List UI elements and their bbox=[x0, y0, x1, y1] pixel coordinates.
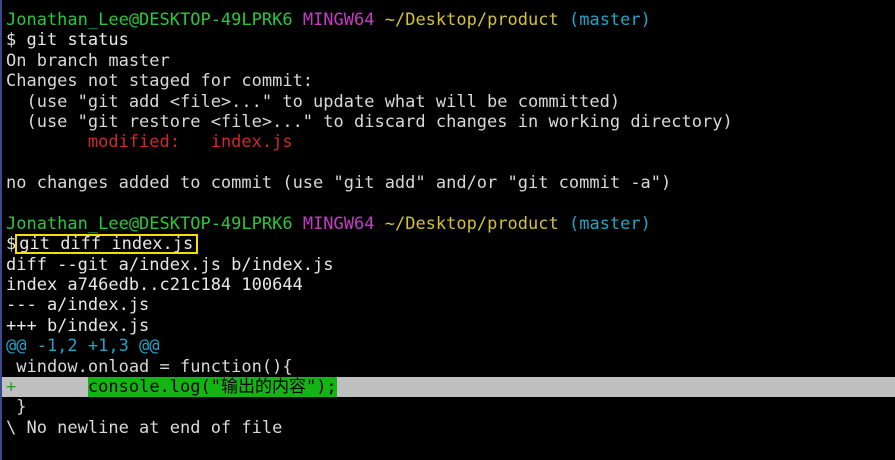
modified-filename: index.js bbox=[210, 132, 293, 153]
prompt-branch: (master) bbox=[568, 213, 651, 234]
prompt-line: Jonathan_Lee@DESKTOP-49LPRK6 MINGW64 ~/D… bbox=[2, 214, 895, 234]
command-git-diff: git diff index.js bbox=[19, 234, 194, 255]
output-line: no changes added to commit (use "git add… bbox=[6, 173, 672, 194]
diff-header: +++ b/index.js bbox=[6, 315, 150, 336]
command-line: $ git status bbox=[2, 30, 895, 50]
prompt-user-host: Jonathan_Lee@DESKTOP-49LPRK6 bbox=[6, 213, 293, 234]
modified-file-line: modified: index.js bbox=[2, 132, 895, 152]
output-line: (use "git restore <file>..." to discard … bbox=[6, 111, 733, 132]
output-line: (use "git add <file>..." to update what … bbox=[6, 91, 621, 112]
modified-label: modified: bbox=[6, 132, 211, 153]
prompt-path: ~/Desktop/product bbox=[384, 10, 559, 30]
diff-added-marker: + bbox=[6, 377, 17, 398]
diff-added-code: console.log("输出的内容"); bbox=[87, 377, 337, 398]
diff-no-newline-notice: \ No newline at end of file bbox=[6, 417, 283, 438]
output-line: On branch master bbox=[6, 50, 170, 71]
diff-added-line: + console.log("输出的内容"); bbox=[2, 377, 895, 398]
diff-header: --- a/index.js bbox=[6, 295, 150, 316]
prompt-branch: (master) bbox=[568, 10, 651, 30]
diff-hunk-header: @@ -1,2 +1,3 @@ bbox=[6, 336, 160, 357]
command-git-status: git status bbox=[26, 30, 129, 51]
diff-context-line: window.onload = function(){ bbox=[6, 356, 293, 377]
highlighted-command-box: git diff index.js bbox=[15, 234, 199, 255]
diff-added-indent bbox=[16, 377, 88, 397]
output-line: Changes not staged for commit: bbox=[6, 71, 314, 92]
diff-context-line: } bbox=[6, 397, 27, 418]
command-line: $ git diff index.js bbox=[2, 234, 895, 255]
prompt-shell: MINGW64 bbox=[302, 213, 375, 234]
terminal-window[interactable]: Jonathan_Lee@DESKTOP-49LPRK6 MINGW64 ~/D… bbox=[0, 0, 895, 460]
prompt-user-host: Jonathan_Lee@DESKTOP-49LPRK6 bbox=[6, 10, 293, 30]
diff-header: diff --git a/index.js b/index.js bbox=[6, 254, 334, 275]
prompt-line: Jonathan_Lee@DESKTOP-49LPRK6 MINGW64 ~/D… bbox=[2, 10, 895, 30]
prompt-path: ~/Desktop/product bbox=[384, 213, 559, 234]
diff-header: index a746edb..c21c184 100644 bbox=[6, 275, 303, 296]
prompt-shell: MINGW64 bbox=[302, 10, 375, 30]
prompt-symbol: $ bbox=[6, 30, 17, 51]
